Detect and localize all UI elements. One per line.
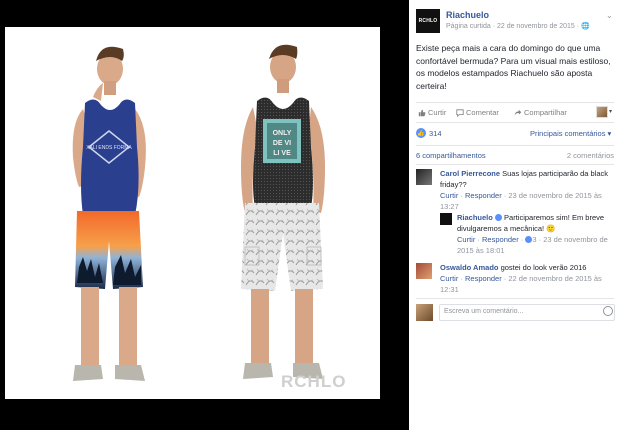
photo-lightbox: XALI ENDS FORMA ONLY DE VI LI VE RCHLO R…: [0, 0, 620, 430]
comment-input[interactable]: Escreva um comentário...: [439, 304, 615, 321]
comment-text: gostei do look verão 2016: [498, 263, 587, 272]
post-details-panel: RCHLO Riachuelo Página curtida · 22 de n…: [409, 0, 620, 430]
avatar[interactable]: [416, 263, 432, 279]
share-button[interactable]: Compartilhar: [514, 108, 567, 117]
reply-item: Riachuelo Participaremos sim! Em breve d…: [440, 212, 615, 256]
comment-item: Carol Pierrecone Suas lojas participarão…: [416, 168, 614, 211]
thumbs-up-icon: [418, 109, 426, 116]
post-date[interactable]: Página curtida · 22 de novembro de 2015 …: [446, 23, 581, 30]
comment-item: Oswaldo Amado gostei do look verão 2016 …: [416, 262, 614, 296]
post-header: RCHLO Riachuelo Página curtida · 22 de n…: [416, 9, 616, 35]
caret-down-icon[interactable]: ▾: [609, 108, 612, 115]
comment-label: Comentar: [466, 108, 499, 117]
avatar: [416, 304, 433, 321]
globe-icon: 🌐: [581, 23, 590, 30]
left-model: XALI ENDS FORMA: [72, 46, 146, 381]
emoji-icon[interactable]: [603, 306, 613, 316]
actor-avatar[interactable]: [596, 106, 608, 118]
divider: [416, 102, 614, 103]
share-label: Compartilhar: [524, 108, 567, 117]
comment-reply-link[interactable]: Responder: [465, 274, 502, 283]
share-icon: [514, 109, 522, 115]
comment-icon: [456, 108, 464, 117]
avatar[interactable]: [416, 169, 432, 185]
verified-badge-icon: [494, 214, 502, 221]
right-model: ONLY DE VI LI VE: [241, 44, 325, 379]
comment-like-link[interactable]: Curtir: [440, 274, 458, 283]
models-illustration: XALI ENDS FORMA ONLY DE VI LI VE: [72, 44, 325, 381]
comment-button[interactable]: Comentar: [456, 108, 499, 117]
comment-like-link[interactable]: Curtir: [440, 191, 458, 200]
shares-count[interactable]: 6 compartilhamentos: [416, 151, 486, 160]
divider: [416, 145, 614, 146]
like-count[interactable]: 314: [429, 129, 442, 138]
avatar[interactable]: [440, 213, 452, 225]
shirt-print: XALI ENDS FORMA: [86, 145, 132, 151]
comment-sort-dropdown[interactable]: Principais comentários ▾: [530, 129, 611, 138]
like-button[interactable]: Curtir: [418, 108, 446, 117]
commenter-name[interactable]: Riachuelo: [457, 213, 493, 222]
commenter-name[interactable]: Carol Pierrecone: [440, 169, 500, 178]
svg-text:DE VI: DE VI: [273, 140, 291, 147]
post-meta: Página curtida · 22 de novembro de 2015 …: [446, 22, 590, 30]
chevron-down-icon[interactable]: ⌄: [606, 11, 613, 20]
divider: [416, 122, 614, 123]
post-photo[interactable]: XALI ENDS FORMA ONLY DE VI LI VE RCHLO: [5, 27, 380, 399]
comment-reply-link[interactable]: Responder: [482, 235, 519, 244]
counts-row: 6 compartilhamentos 2 comentários: [416, 151, 614, 161]
post-text: Existe peça mais a cara do domingo do qu…: [416, 43, 611, 91]
divider: [416, 164, 614, 165]
comment-reply-link[interactable]: Responder: [465, 191, 502, 200]
like-label: Curtir: [428, 108, 447, 117]
post-actions: Curtir Comentar Compartilhar ▾: [416, 106, 614, 120]
like-reaction-icon: 👍: [416, 128, 426, 138]
svg-text:ONLY: ONLY: [273, 130, 292, 137]
divider: [416, 298, 614, 299]
svg-text:LI VE: LI VE: [273, 150, 291, 157]
comment-composer: Escreva um comentário...: [416, 303, 616, 323]
page-name-link[interactable]: Riachuelo: [446, 10, 489, 20]
comment-like-link[interactable]: Curtir: [457, 235, 475, 244]
reactions-row: 👍 314 Principais comentários ▾: [416, 128, 616, 140]
page-logo[interactable]: RCHLO: [416, 9, 440, 33]
brand-watermark: RCHLO: [281, 372, 347, 391]
comments-count[interactable]: 2 comentários: [567, 151, 614, 160]
commenter-name[interactable]: Oswaldo Amado: [440, 263, 498, 272]
